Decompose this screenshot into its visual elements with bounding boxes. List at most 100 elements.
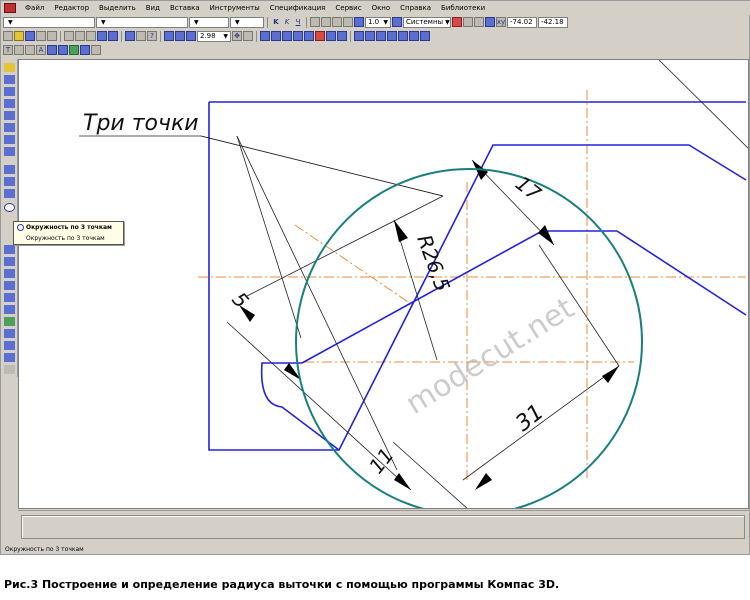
preview-icon[interactable]: [47, 31, 57, 41]
redo-icon[interactable]: [108, 31, 118, 41]
snap-center-icon[interactable]: [271, 31, 281, 41]
segment-icon[interactable]: [4, 75, 15, 84]
help-icon[interactable]: ?: [147, 31, 157, 41]
snap-nearest-icon[interactable]: [315, 31, 325, 41]
rectangle-icon[interactable]: [4, 123, 15, 132]
snap-icon[interactable]: [452, 17, 462, 27]
snap-angle-icon[interactable]: [354, 31, 364, 41]
drawing-canvas[interactable]: Три точки R26,5 17 5 31 11 modecut.net: [18, 59, 749, 509]
save-icon[interactable]: [25, 31, 35, 41]
measure-icon[interactable]: [69, 45, 79, 55]
align-right-icon[interactable]: [332, 17, 342, 27]
chamfer-icon[interactable]: [4, 177, 15, 186]
xy-icon[interactable]: xy: [496, 17, 506, 27]
snap-normal-icon[interactable]: [304, 31, 314, 41]
trim-icon[interactable]: [4, 281, 15, 290]
coordinate-system-combo[interactable]: Системны ▼: [403, 16, 451, 28]
tangent-circle-icon[interactable]: [4, 245, 15, 254]
menu-service[interactable]: Сервис: [330, 4, 366, 12]
font-combo[interactable]: ▼: [96, 16, 188, 28]
snap-quadrant-icon[interactable]: [337, 31, 347, 41]
menu-view[interactable]: Вид: [141, 4, 165, 12]
menu-tools[interactable]: Инструменты: [205, 4, 265, 12]
menu-libraries[interactable]: Библиотеки: [436, 4, 490, 12]
hatch-icon[interactable]: [25, 45, 35, 55]
snap-along-icon[interactable]: [365, 31, 375, 41]
size-combo[interactable]: ▼: [230, 16, 264, 28]
zoom-in-icon[interactable]: [164, 31, 174, 41]
snap-parallel-icon[interactable]: [398, 31, 408, 41]
equidistant-icon[interactable]: [4, 269, 15, 278]
property-field[interactable]: [21, 515, 745, 539]
drawing-svg[interactable]: Три точки R26,5 17 5 31 11 modecut.net: [19, 60, 749, 509]
snap-tangent-icon[interactable]: [293, 31, 303, 41]
open-file-icon[interactable]: [14, 31, 24, 41]
table-icon[interactable]: [14, 45, 24, 55]
grid-icon[interactable]: [463, 17, 473, 27]
zoom-out-icon[interactable]: [186, 31, 196, 41]
height-combo[interactable]: ▼: [189, 16, 229, 28]
snap-grid-icon[interactable]: [376, 31, 386, 41]
snap-intersection-icon[interactable]: [282, 31, 292, 41]
select-icon[interactable]: [4, 341, 15, 350]
print-icon[interactable]: [36, 31, 46, 41]
extend-icon[interactable]: [4, 293, 15, 302]
snap-midpoint-icon[interactable]: [326, 31, 336, 41]
zoom-combo[interactable]: 2.98 ▼: [197, 30, 231, 42]
menu-file[interactable]: Файл: [20, 4, 49, 12]
line-icon[interactable]: [58, 45, 68, 55]
arc-icon[interactable]: [4, 99, 15, 108]
collection-icon[interactable]: [4, 329, 15, 338]
font-style-icon[interactable]: [47, 45, 57, 55]
more-icon[interactable]: [91, 45, 101, 55]
snap-settings-icon[interactable]: [420, 31, 430, 41]
snap-point-icon[interactable]: [260, 31, 270, 41]
menu-help[interactable]: Справка: [395, 4, 436, 12]
spline-icon[interactable]: [4, 147, 15, 156]
align-left-icon[interactable]: [310, 17, 320, 27]
coord-y-field[interactable]: -42.18: [538, 16, 568, 28]
text-icon[interactable]: T: [3, 45, 13, 55]
line-scale-combo[interactable]: 1.0 ▼: [365, 16, 391, 28]
menu-specification[interactable]: Спецификация: [265, 4, 331, 12]
style-combo[interactable]: ▼: [3, 16, 95, 28]
paste-icon[interactable]: [86, 31, 96, 41]
undo-icon[interactable]: [97, 31, 107, 41]
menu-select[interactable]: Выделить: [94, 4, 141, 12]
library-icon[interactable]: [125, 31, 135, 41]
ellipse-icon[interactable]: [4, 111, 15, 120]
refresh-icon[interactable]: [243, 31, 253, 41]
menu-window[interactable]: Окно: [367, 4, 396, 12]
properties-icon[interactable]: [136, 31, 146, 41]
point-icon[interactable]: [4, 63, 15, 72]
menu-insert[interactable]: Вставка: [165, 4, 205, 12]
contour-icon[interactable]: [4, 189, 15, 198]
line-style-icon[interactable]: [354, 17, 364, 27]
cursor-icon[interactable]: [485, 17, 495, 27]
zoom-window-icon[interactable]: [175, 31, 185, 41]
fillet-icon[interactable]: [4, 165, 15, 174]
align-center-icon[interactable]: [321, 17, 331, 27]
polygon-icon[interactable]: [4, 135, 15, 144]
cut-icon[interactable]: [64, 31, 74, 41]
layer-icon[interactable]: [392, 17, 402, 27]
snap-local-icon[interactable]: [387, 31, 397, 41]
coord-x-field[interactable]: -74.02: [507, 16, 537, 28]
pan-icon[interactable]: ✥: [232, 31, 242, 41]
snap-orthogonal-icon[interactable]: [409, 31, 419, 41]
underline-icon[interactable]: Ч: [293, 17, 303, 27]
measure-left-icon[interactable]: [4, 317, 15, 326]
ortho-icon[interactable]: [474, 17, 484, 27]
two-points-circle-icon[interactable]: [4, 257, 15, 266]
new-file-icon[interactable]: [3, 31, 13, 41]
dimension-icon[interactable]: [80, 45, 90, 55]
circle-icon[interactable]: [4, 87, 15, 96]
bold-icon[interactable]: K: [271, 17, 281, 27]
copy-icon[interactable]: [75, 31, 85, 41]
menu-editor[interactable]: Редактор: [49, 4, 94, 12]
circle-3-points-icon[interactable]: [4, 203, 15, 212]
mirror-icon[interactable]: [4, 305, 15, 314]
italic-icon[interactable]: K: [282, 17, 292, 27]
align-justify-icon[interactable]: [343, 17, 353, 27]
parameters-icon[interactable]: [4, 353, 15, 362]
